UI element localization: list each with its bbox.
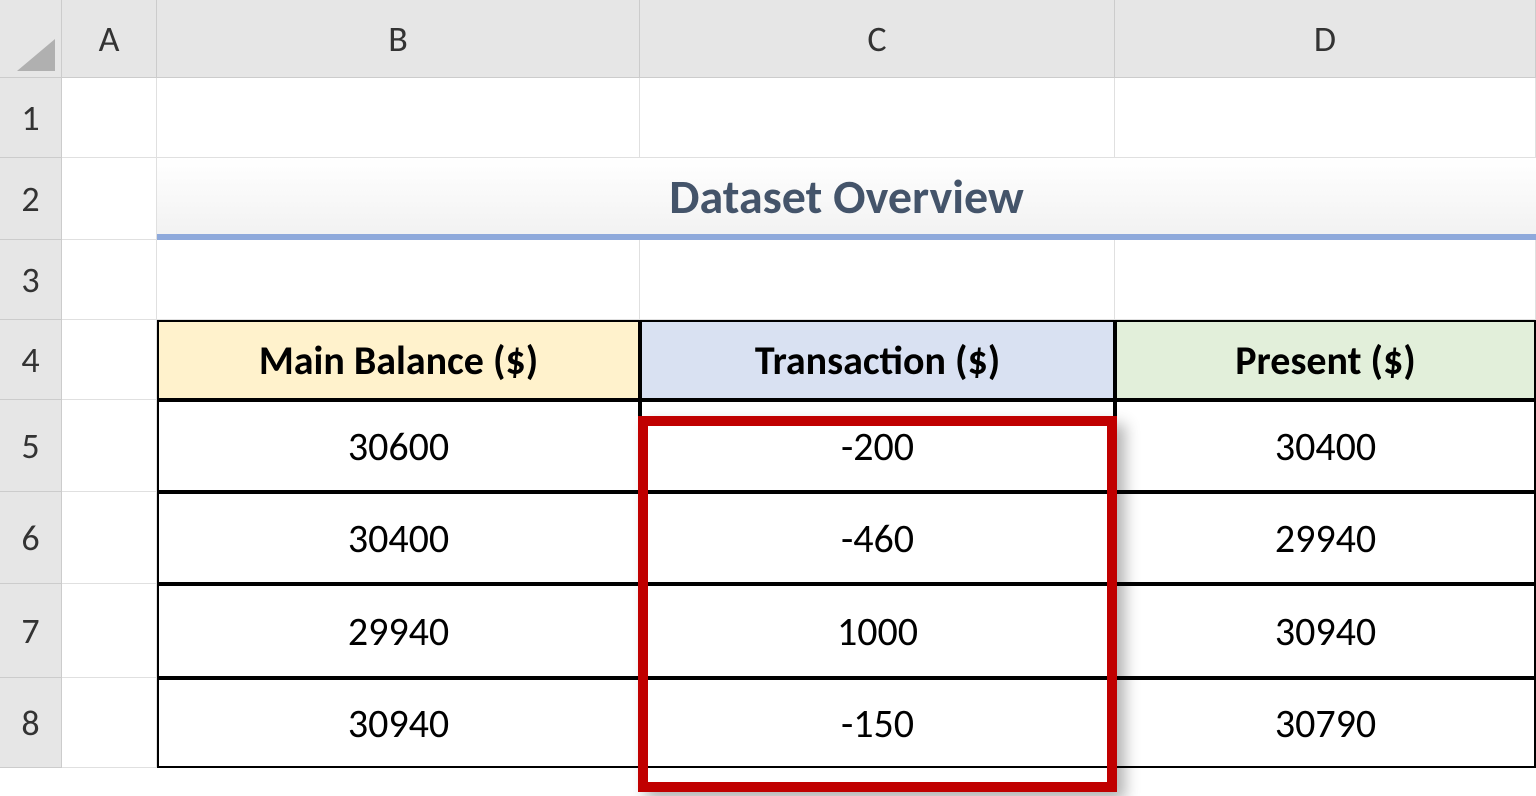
select-all-corner[interactable] (0, 0, 62, 78)
header-balance[interactable]: Main Balance ($) (157, 320, 640, 400)
header-present[interactable]: Present ($) (1115, 320, 1536, 400)
cell-d5[interactable]: 30400 (1115, 400, 1536, 492)
cell-c3[interactable] (640, 240, 1115, 320)
cell-a7[interactable] (62, 584, 157, 678)
title-cell[interactable]: Dataset Overview (157, 158, 1536, 240)
cell-b1[interactable] (157, 78, 640, 158)
col-header-a[interactable]: A (62, 0, 157, 78)
row-header-2[interactable]: 2 (0, 158, 62, 240)
cell-d6[interactable]: 29940 (1115, 492, 1536, 584)
cell-b3[interactable] (157, 240, 640, 320)
col-header-d[interactable]: D (1115, 0, 1536, 78)
cell-b5[interactable]: 30600 (157, 400, 640, 492)
row-header-7[interactable]: 7 (0, 584, 62, 678)
cell-c8[interactable]: -150 (640, 678, 1115, 768)
spreadsheet-grid: A B C D 1 2 Dataset Overview 3 4 Main Ba… (0, 0, 1536, 768)
cell-d8[interactable]: 30790 (1115, 678, 1536, 768)
cell-b6[interactable]: 30400 (157, 492, 640, 584)
cell-d3[interactable] (1115, 240, 1536, 320)
row-header-4[interactable]: 4 (0, 320, 62, 400)
cell-a5[interactable] (62, 400, 157, 492)
row-header-1[interactable]: 1 (0, 78, 62, 158)
row-header-6[interactable]: 6 (0, 492, 62, 584)
cell-a6[interactable] (62, 492, 157, 584)
cell-b7[interactable]: 29940 (157, 584, 640, 678)
cell-c7[interactable]: 1000 (640, 584, 1115, 678)
col-header-b[interactable]: B (157, 0, 640, 78)
row-header-3[interactable]: 3 (0, 240, 62, 320)
cell-d7[interactable]: 30940 (1115, 584, 1536, 678)
cell-a3[interactable] (62, 240, 157, 320)
cell-a1[interactable] (62, 78, 157, 158)
row-header-8[interactable]: 8 (0, 678, 62, 768)
cell-c6[interactable]: -460 (640, 492, 1115, 584)
cell-a2[interactable] (62, 158, 157, 240)
cell-a8[interactable] (62, 678, 157, 768)
cell-d1[interactable] (1115, 78, 1536, 158)
cell-b8[interactable]: 30940 (157, 678, 640, 768)
col-header-c[interactable]: C (640, 0, 1115, 78)
row-header-5[interactable]: 5 (0, 400, 62, 492)
header-transaction[interactable]: Transaction ($) (640, 320, 1115, 400)
cell-c1[interactable] (640, 78, 1115, 158)
cell-a4[interactable] (62, 320, 157, 400)
cell-c5[interactable]: -200 (640, 400, 1115, 492)
